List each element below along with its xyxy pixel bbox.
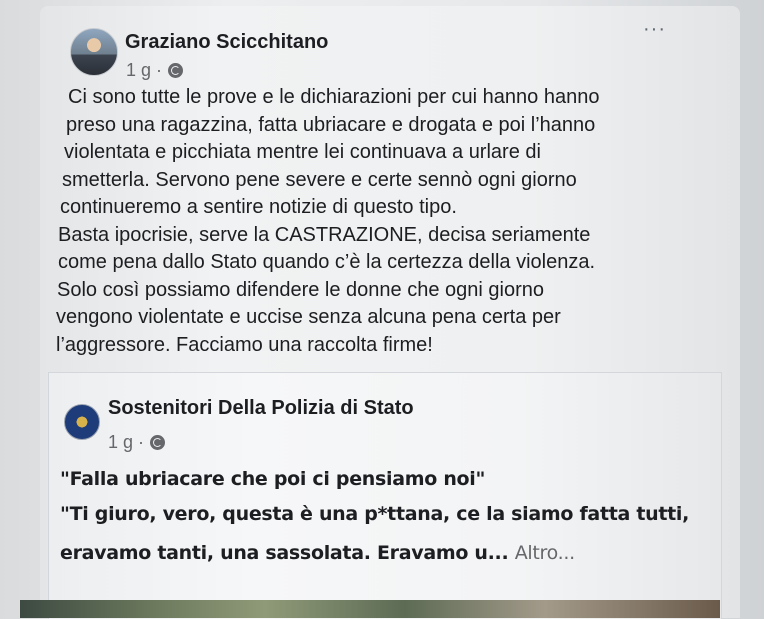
more-options-button[interactable]: ··· [643, 18, 666, 41]
post-line: Solo così possiamo difendere le donne ch… [57, 278, 544, 301]
shared-post-image[interactable] [20, 600, 720, 618]
post-line: continueremo a sentire notizie di questo… [60, 196, 457, 218]
post-line: come pena dallo Stato quando c’è la cert… [58, 251, 596, 273]
post-body: Ci sono tutte le prove e le dichiarazion… [56, 84, 696, 359]
shared-post-line: "Falla ubriacare che poi ci pensiamo noi… [60, 468, 486, 490]
post-meta: 1 g · [126, 60, 184, 81]
shared-post-meta: 1 g · [108, 432, 166, 453]
shared-post-line: eravamo tanti, una sassolata. Eravamo u.… [60, 542, 575, 564]
shared-page-avatar[interactable] [64, 404, 100, 440]
post-line: smetterla. Servono pene severe e certe s… [62, 168, 577, 191]
globe-icon [168, 63, 184, 78]
shared-post-timestamp[interactable]: 1 g · [108, 432, 144, 453]
post-line: Ci sono tutte le prove e le dichiarazion… [68, 86, 600, 108]
globe-icon [150, 435, 166, 450]
shared-post-line: "Ti giuro, vero, questa è una p*ttana, c… [60, 503, 690, 525]
post-line: preso una ragazzina, fatta ubriacare e d… [66, 113, 596, 136]
post-line: l’aggressore. Facciamo una raccolta firm… [56, 333, 433, 356]
post-timestamp[interactable]: 1 g · [126, 60, 162, 81]
post-line: Basta ipocrisie, serve la CASTRAZIONE, d… [58, 223, 591, 246]
post-line: vengono violentate e uccise senza alcuna… [56, 306, 561, 328]
shared-post-line-text: eravamo tanti, una sassolata. Eravamo u.… [60, 542, 509, 564]
post-line: violentata e picchiata mentre lei contin… [64, 141, 541, 163]
author-avatar[interactable] [70, 28, 118, 76]
see-more-link[interactable]: Altro... [515, 542, 575, 564]
post-author-name[interactable]: Graziano Scicchitano [125, 31, 328, 54]
shared-post-author[interactable]: Sostenitori Della Polizia di Stato [108, 397, 414, 420]
